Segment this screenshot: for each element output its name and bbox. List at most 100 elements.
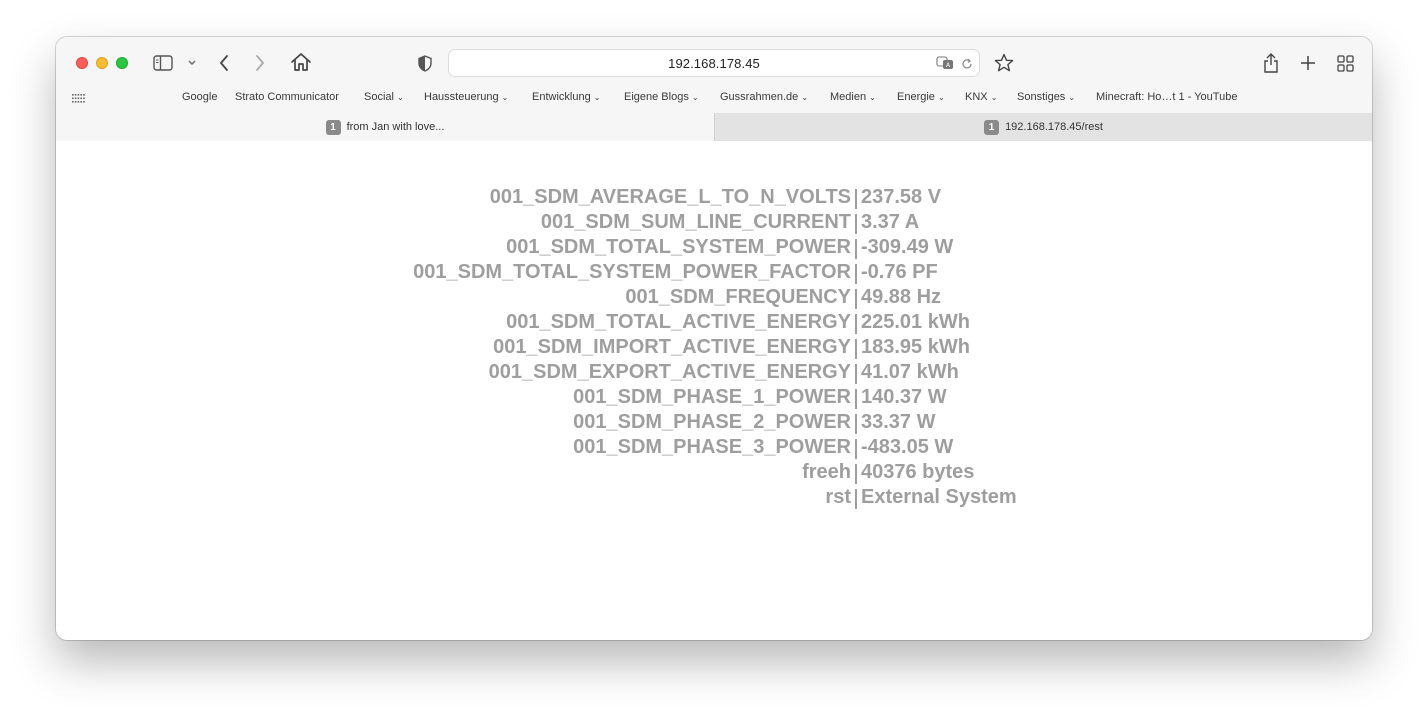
minimize-window-button[interactable] (96, 57, 108, 69)
bookmark-folder-eigene-blogs[interactable]: Eigene Blogs ⌄ (624, 91, 699, 103)
row-value: -309.49 W (861, 236, 954, 258)
row-key: 001_SDM_FREQUENCY (625, 286, 851, 308)
row-key: 001_SDM_IMPORT_ACTIVE_ENERGY (493, 336, 851, 358)
tab-count-badge: 1 (325, 119, 341, 135)
translate-icon[interactable]: A (935, 55, 955, 71)
row-value: 237.58 V (861, 186, 942, 208)
data-row: 001_SDM_SUM_LINE_CURRENT 3.37 A (56, 211, 1372, 236)
row-value: 225.01 kWh (861, 311, 970, 333)
row-separator (855, 389, 857, 409)
bookmark-folder-gussrahmen[interactable]: Gussrahmen.de ⌄ (720, 91, 808, 103)
address-text: 192.168.178.45 (668, 56, 760, 71)
apps-grid-icon[interactable] (71, 92, 85, 104)
row-key: 001_SDM_AVERAGE_L_TO_N_VOLTS (489, 186, 851, 208)
bookmarks-bar: Google Strato Communicator Social ⌄ Haus… (56, 87, 1372, 109)
chevron-down-icon: ⌄ (801, 93, 809, 102)
row-value: -483.05 W (861, 436, 954, 458)
tab-title: 192.168.178.45/rest (1005, 121, 1103, 133)
reload-icon[interactable] (959, 56, 975, 72)
share-icon[interactable] (1260, 51, 1282, 75)
row-separator (855, 214, 857, 234)
chevron-down-icon: ⌄ (593, 93, 601, 102)
row-key: 001_SDM_TOTAL_ACTIVE_ENERGY (506, 311, 851, 333)
star-icon[interactable] (993, 52, 1015, 74)
row-separator (855, 314, 857, 334)
row-separator (855, 414, 857, 434)
row-value: 41.07 kWh (861, 361, 959, 383)
bookmark-folder-medien[interactable]: Medien ⌄ (830, 91, 876, 103)
row-separator (855, 439, 857, 459)
row-value: External System (861, 486, 1017, 508)
data-row: 001_SDM_IMPORT_ACTIVE_ENERGY 183.95 kWh (56, 336, 1372, 361)
data-row: freeh 40376 bytes (56, 461, 1372, 486)
row-separator (855, 239, 857, 259)
row-key: 001_SDM_PHASE_3_POWER (573, 436, 851, 458)
row-value: 183.95 kWh (861, 336, 970, 358)
chevron-down-icon[interactable] (184, 55, 200, 71)
data-row: 001_SDM_TOTAL_SYSTEM_POWER_FACTOR -0.76 … (56, 261, 1372, 286)
bookmark-folder-sonstiges[interactable]: Sonstiges ⌄ (1017, 91, 1075, 103)
row-value: 140.37 W (861, 386, 947, 408)
privacy-shield-icon[interactable] (415, 53, 435, 73)
bookmark-folder-social[interactable]: Social ⌄ (364, 91, 404, 103)
bookmark-folder-haussteuerung[interactable]: Haussteuerung ⌄ (424, 91, 508, 103)
bookmark-minecraft-youtube[interactable]: Minecraft: Ho…t 1 - YouTube (1096, 91, 1237, 103)
data-row: 001_SDM_PHASE_2_POWER 33.37 W (56, 411, 1372, 436)
bookmark-folder-entwicklung[interactable]: Entwicklung ⌄ (532, 91, 600, 103)
sidebar-toggle-icon[interactable] (152, 53, 174, 73)
row-key: 001_SDM_TOTAL_SYSTEM_POWER (506, 236, 851, 258)
back-icon[interactable] (214, 52, 234, 74)
row-key: 001_SDM_TOTAL_SYSTEM_POWER_FACTOR (413, 261, 851, 283)
close-window-button[interactable] (76, 57, 88, 69)
bookmark-folder-knx[interactable]: KNX ⌄ (965, 91, 997, 103)
data-row: 001_SDM_FREQUENCY 49.88 Hz (56, 286, 1372, 311)
data-row: rst External System (56, 486, 1372, 511)
bookmark-google[interactable]: Google (182, 91, 217, 103)
row-key: 001_SDM_PHASE_2_POWER (573, 411, 851, 433)
maximize-window-button[interactable] (116, 57, 128, 69)
row-value: 3.37 A (861, 211, 920, 233)
row-key: 001_SDM_SUM_LINE_CURRENT (540, 211, 851, 233)
page-content: 001_SDM_AVERAGE_L_TO_N_VOLTS 237.58 V 00… (56, 141, 1372, 640)
home-icon[interactable] (289, 51, 313, 73)
row-value: 33.37 W (861, 411, 936, 433)
chevron-down-icon: ⌄ (501, 93, 509, 102)
data-row: 001_SDM_TOTAL_ACTIVE_ENERGY 225.01 kWh (56, 311, 1372, 336)
row-value: 49.88 Hz (861, 286, 942, 308)
row-separator (855, 464, 857, 484)
data-row: 001_SDM_EXPORT_ACTIVE_ENERGY 41.07 kWh (56, 361, 1372, 386)
new-tab-icon[interactable] (1297, 52, 1319, 74)
row-key: rst (825, 486, 851, 508)
browser-window: 192.168.178.45 A Google Strato Communica… (56, 37, 1372, 640)
row-value: -0.76 PF (861, 261, 938, 283)
row-key: 001_SDM_PHASE_1_POWER (573, 386, 851, 408)
chevron-down-icon: ⌄ (691, 93, 699, 102)
bookmark-folder-energie[interactable]: Energie ⌄ (897, 91, 945, 103)
chevron-down-icon: ⌄ (990, 93, 998, 102)
tab-overview-icon[interactable] (1334, 52, 1356, 74)
chevron-down-icon: ⌄ (869, 93, 876, 102)
row-separator (855, 189, 857, 209)
row-separator (855, 289, 857, 309)
forward-icon[interactable] (250, 52, 270, 74)
address-bar[interactable]: 192.168.178.45 A (448, 49, 980, 77)
tab-rest[interactable]: 1 192.168.178.45/rest (714, 113, 1372, 141)
row-value: 40376 bytes (861, 461, 975, 483)
tab-from-jan[interactable]: 1 from Jan with love... (56, 113, 714, 141)
tab-count-badge: 1 (984, 119, 1000, 135)
row-separator (855, 489, 857, 509)
data-row: 001_SDM_AVERAGE_L_TO_N_VOLTS 237.58 V (56, 186, 1372, 211)
row-separator (855, 264, 857, 284)
row-separator (855, 364, 857, 384)
chevron-down-icon: ⌄ (1068, 93, 1076, 102)
tab-title: from Jan with love... (346, 121, 445, 133)
chevron-down-icon: ⌄ (937, 93, 945, 102)
chevron-down-icon: ⌄ (397, 93, 404, 102)
data-row: 001_SDM_TOTAL_SYSTEM_POWER -309.49 W (56, 236, 1372, 261)
row-separator (855, 339, 857, 359)
browser-toolbar: 192.168.178.45 A Google Strato Communica… (56, 37, 1372, 113)
bookmark-strato-communicator[interactable]: Strato Communicator (235, 91, 339, 103)
tab-bar: 1 from Jan with love... 1 192.168.178.45… (56, 113, 1372, 141)
row-key: freeh (802, 461, 851, 483)
data-row: 001_SDM_PHASE_1_POWER 140.37 W (56, 386, 1372, 411)
